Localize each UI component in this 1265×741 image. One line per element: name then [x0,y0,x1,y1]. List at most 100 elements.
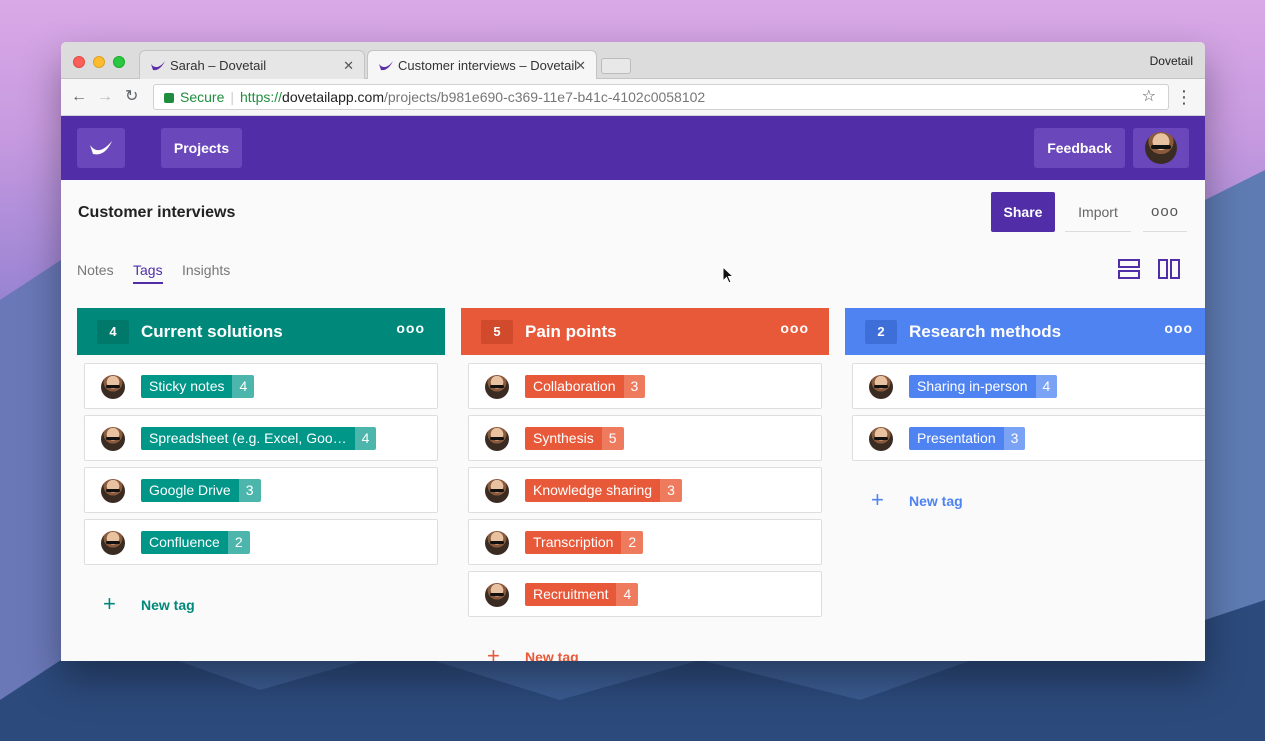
tag-label: Sharing in-person [909,375,1036,398]
tag-card[interactable]: Sharing in-person 4 [852,363,1205,409]
tag-group-menu-icon[interactable]: ooo [396,320,425,336]
secure-label: Secure [180,89,225,105]
tag-card[interactable]: Collaboration 3 [468,363,822,409]
forward-arrow-icon[interactable]: → [97,88,113,106]
browser-toolbar: ← → ↻ Secure | https://dovetailapp.com/pro… [61,79,1205,116]
tag-count: 4 [232,375,255,398]
url-path: /projects/b981e690-c369-11e7-b41c-4102c0… [383,89,706,105]
new-tag-label: New tag [525,649,579,661]
browser-window: Sarah – Dovetail ✕ Customer interviews –… [61,42,1205,661]
tag-group-header[interactable]: 2 Research methods ooo [845,308,1205,355]
dovetail-favicon-icon [378,58,394,74]
close-window-button[interactable] [73,56,85,68]
tag-author-avatar [485,531,509,555]
address-bar[interactable]: Secure | https://dovetailapp.com/projects/… [153,84,1169,110]
tag-card[interactable]: Spreadsheet (e.g. Excel, Goo… 4 [84,415,438,461]
tag-group-count: 2 [865,320,897,344]
tag-group-header[interactable]: 5 Pain points ooo [461,308,829,355]
tag-pill[interactable]: Spreadsheet (e.g. Excel, Goo… 4 [141,427,377,450]
tab-tags[interactable]: Tags [133,262,163,284]
tag-group-title: Research methods [909,322,1062,341]
tag-pill[interactable]: Presentation 3 [909,427,1026,450]
tag-label: Presentation [909,427,1004,450]
tag-pill[interactable]: Google Drive 3 [141,479,261,502]
browser-tabstrip: Sarah – Dovetail ✕ Customer interviews –… [61,42,1205,80]
new-tag-label: New tag [909,493,963,509]
browser-menu-icon[interactable]: ⋮ [1175,88,1193,106]
close-tab-icon[interactable]: ✕ [575,51,586,80]
lock-icon [164,93,174,103]
tag-author-avatar [101,479,125,503]
browser-profile-name[interactable]: Dovetail [1150,54,1193,68]
tag-card[interactable]: Sticky notes 4 [84,363,438,409]
user-menu-button[interactable] [1133,128,1189,168]
page-title: Customer interviews [78,204,236,221]
tag-count: 3 [660,479,682,502]
tag-author-avatar [485,583,509,607]
user-avatar [1145,132,1177,164]
tag-pill[interactable]: Recruitment 4 [525,583,639,606]
url-host: dovetailapp.com [282,89,384,105]
tag-label: Confluence [141,531,228,554]
tag-count: 3 [238,479,261,502]
tag-label: Google Drive [141,479,239,502]
tag-card[interactable]: Knowledge sharing 3 [468,467,822,513]
import-button[interactable]: Import [1065,192,1131,232]
tab-insights[interactable]: Insights [182,262,230,278]
tag-pill[interactable]: Transcription 2 [525,531,644,554]
tag-count: 4 [616,583,639,606]
maximize-window-button[interactable] [113,56,125,68]
columns-view-icon[interactable] [1158,259,1180,279]
tag-group-menu-icon[interactable]: ooo [1164,320,1193,336]
tag-card[interactable]: Confluence 2 [84,519,438,565]
tag-group-count: 5 [481,320,513,344]
reload-icon[interactable]: ↻ [125,88,138,106]
tag-pill[interactable]: Confluence 2 [141,531,250,554]
tag-group-menu-icon[interactable]: ooo [780,320,809,336]
feedback-button[interactable]: Feedback [1034,128,1125,168]
tag-author-avatar [485,375,509,399]
tag-group-pain-points: 5 Pain points ooo Collaboration 3 Synthe… [461,308,829,661]
tag-author-avatar [485,479,509,503]
mouse-cursor-icon [722,266,734,284]
tag-group-title: Current solutions [141,322,283,341]
tag-count: 4 [1035,375,1058,398]
minimize-window-button[interactable] [93,56,105,68]
close-tab-icon[interactable]: ✕ [343,51,354,80]
tag-pill[interactable]: Knowledge sharing 3 [525,479,682,502]
tag-card[interactable]: Recruitment 4 [468,571,822,617]
tab-notes[interactable]: Notes [77,262,114,278]
tag-group-count: 4 [97,320,129,344]
url-scheme: https:// [240,89,283,105]
tag-card[interactable]: Transcription 2 [468,519,822,565]
tag-count: 3 [623,375,646,398]
browser-tab-sarah[interactable]: Sarah – Dovetail ✕ [139,50,365,79]
tag-author-avatar [101,375,125,399]
browser-tab-customer-interviews[interactable]: Customer interviews – Dovetail ✕ [367,50,597,80]
share-button[interactable]: Share [991,192,1055,232]
tag-card[interactable]: Presentation 3 [852,415,1205,461]
new-tab-button[interactable] [601,58,631,74]
back-arrow-icon[interactable]: ← [71,88,87,106]
tag-label: Synthesis [525,427,602,450]
new-tag-label: New tag [141,597,195,613]
rows-view-icon[interactable] [1118,259,1140,279]
tag-author-avatar [101,427,125,451]
plus-icon: + [871,487,884,512]
tag-card[interactable]: Google Drive 3 [84,467,438,513]
tag-label: Spreadsheet (e.g. Excel, Goo… [141,427,355,450]
tag-label: Sticky notes [141,375,233,398]
dovetail-favicon-icon [150,58,166,74]
tag-card[interactable]: Synthesis 5 [468,415,822,461]
tag-group-header[interactable]: 4 Current solutions ooo [77,308,445,355]
tag-pill[interactable]: Sharing in-person 4 [909,375,1058,398]
bookmark-star-icon[interactable]: ☆ [1142,85,1156,109]
projects-button[interactable]: Projects [161,128,242,168]
tag-author-avatar [485,427,509,451]
tag-pill[interactable]: Sticky notes 4 [141,375,255,398]
dovetail-logo-icon[interactable] [77,128,125,168]
tag-label: Recruitment [525,583,617,606]
more-options-icon[interactable]: ooo [1143,192,1187,232]
tag-pill[interactable]: Collaboration 3 [525,375,646,398]
tag-pill[interactable]: Synthesis 5 [525,427,624,450]
